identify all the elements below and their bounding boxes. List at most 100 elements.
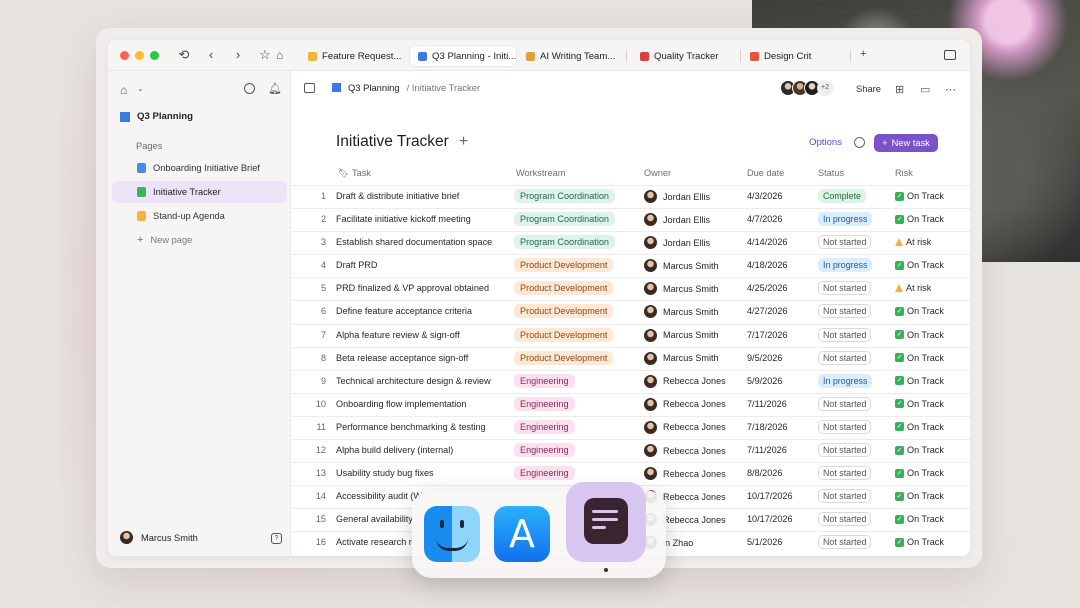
due-date-cell[interactable]: 7/18/2026 <box>747 422 787 432</box>
table-row[interactable]: 3 Establish shared documentation space Pro… <box>292 231 970 254</box>
due-date-cell[interactable]: 7/11/2026 <box>747 445 787 455</box>
status-badge[interactable]: Not started <box>818 419 872 434</box>
status-badge[interactable]: Not started <box>818 281 872 296</box>
owner-cell[interactable]: Marcus Smith <box>644 282 719 296</box>
task-cell[interactable]: Draft & distribute initiative brief <box>336 191 459 201</box>
new-page-button[interactable]: + New page <box>112 229 287 251</box>
workstream-tag[interactable]: Program Coordination <box>514 212 615 227</box>
user-profile[interactable]: Marcus Smith <box>120 531 198 544</box>
table-row[interactable]: 4 Draft PRD Product Development Marcus Smit… <box>292 254 970 277</box>
maximize-window-button[interactable] <box>150 50 159 60</box>
breadcrumb-root[interactable]: Q3 Planning <box>348 82 400 93</box>
task-cell[interactable]: Alpha feature review & sign-off <box>336 330 460 340</box>
due-date-cell[interactable]: 5/9/2026 <box>747 376 782 386</box>
table-row[interactable]: 10 Onboarding flow implementation Engineer… <box>292 392 970 416</box>
column-workstream[interactable]: Workstream <box>516 168 565 178</box>
risk-cell[interactable]: At risk <box>895 283 931 293</box>
sidebar-item-onboarding-brief[interactable]: Onboarding Initiative Brief <box>112 157 287 179</box>
risk-cell[interactable]: ✓ On Track <box>895 468 944 478</box>
new-task-button[interactable]: + New task <box>874 134 938 152</box>
workstream-tag[interactable]: Program Coordination <box>514 235 615 250</box>
owner-cell[interactable]: Jordan Ellis <box>644 236 710 250</box>
due-date-cell[interactable]: 4/18/2026 <box>747 260 787 270</box>
owner-cell[interactable]: Rebecca Jones <box>644 444 726 458</box>
risk-cell[interactable]: At risk <box>895 237 931 247</box>
workstream-tag[interactable]: Engineering <box>514 396 575 411</box>
close-window-button[interactable] <box>120 50 129 60</box>
workstream-tag[interactable]: Engineering <box>514 466 575 481</box>
due-date-cell[interactable]: 10/17/2026 <box>747 514 793 524</box>
risk-cell[interactable]: ✓ On Track <box>895 399 944 409</box>
status-badge[interactable]: In progress <box>818 373 873 388</box>
owner-cell[interactable]: Rebecca Jones <box>644 374 726 388</box>
owner-cell[interactable]: Marcus Smith <box>644 351 719 365</box>
workstream-tag[interactable]: Program Coordination <box>514 189 615 203</box>
risk-cell[interactable]: ✓ On Track <box>895 353 944 363</box>
table-search-icon[interactable] <box>854 137 865 148</box>
status-badge[interactable]: Not started <box>818 304 872 319</box>
home-icon[interactable]: ⌂ <box>120 83 127 97</box>
task-cell[interactable]: General availability <box>336 514 413 524</box>
risk-cell[interactable]: ✓ On Track <box>895 422 944 432</box>
chevron-down-icon[interactable]: ⌄ <box>137 84 144 93</box>
column-status[interactable]: Status <box>818 168 844 178</box>
workstream-tag[interactable]: Product Development <box>514 258 614 273</box>
finder-icon[interactable] <box>424 506 480 562</box>
due-date-cell[interactable]: 4/25/2026 <box>747 283 787 293</box>
sidebar-item-standup-agenda[interactable]: Stand-up Agenda <box>112 205 287 227</box>
app-store-icon[interactable]: A <box>494 506 550 562</box>
star-icon[interactable]: ☆ <box>258 48 272 62</box>
forward-icon[interactable]: › <box>231 48 245 62</box>
task-cell[interactable]: Facilitate initiative kickoff meeting <box>336 214 471 224</box>
search-icon[interactable] <box>244 83 255 94</box>
tab-feature-request[interactable]: Feature Request... <box>300 46 406 66</box>
owner-cell[interactable]: Rebecca Jones <box>644 397 726 411</box>
status-badge[interactable]: Not started <box>818 512 872 527</box>
table-row[interactable]: 1 Draft & distribute initiative brief Prog… <box>292 185 970 208</box>
column-due-date[interactable]: Due date <box>747 168 784 178</box>
status-badge[interactable]: Not started <box>818 443 872 458</box>
task-cell[interactable]: Technical architecture design & review <box>336 376 491 386</box>
status-badge[interactable]: In progress <box>818 212 873 227</box>
task-cell[interactable]: Activate research r <box>336 537 412 547</box>
sidebar-item-initiative-tracker[interactable]: Initiative Tracker <box>112 181 287 203</box>
status-badge[interactable]: Not started <box>818 466 872 481</box>
status-badge[interactable]: Not started <box>818 535 872 550</box>
home-tab-icon[interactable]: ⌂ <box>276 48 283 62</box>
apps-icon[interactable]: ⊞ <box>895 83 904 96</box>
risk-cell[interactable]: ✓ On Track <box>895 306 944 316</box>
risk-cell[interactable]: ✓ On Track <box>895 214 944 224</box>
task-cell[interactable]: Alpha build delivery (internal) <box>336 445 453 455</box>
bell-icon[interactable]: 🔔︎ <box>268 82 282 95</box>
status-badge[interactable]: Not started <box>818 235 872 250</box>
due-date-cell[interactable]: 8/8/2026 <box>747 468 782 478</box>
workstream-tag[interactable]: Engineering <box>514 419 575 434</box>
workstream-tag[interactable]: Product Development <box>514 281 614 296</box>
column-owner[interactable]: Owner <box>644 168 671 178</box>
tab-design-crit[interactable]: Design Crit <box>742 46 848 66</box>
options-button[interactable]: Options <box>809 137 842 148</box>
column-risk[interactable]: Risk <box>895 168 913 178</box>
due-date-cell[interactable]: 10/17/2026 <box>747 491 793 501</box>
status-badge[interactable]: Not started <box>818 396 872 411</box>
new-tab-button[interactable]: + <box>860 48 866 60</box>
due-date-cell[interactable]: 5/1/2026 <box>747 537 782 547</box>
workstream-tag[interactable]: Product Development <box>514 304 614 319</box>
table-row[interactable]: 2 Facilitate initiative kickoff meeting Pr… <box>292 208 970 231</box>
collaborator-avatars[interactable]: +2 <box>780 80 833 96</box>
due-date-cell[interactable]: 4/27/2026 <box>747 306 787 316</box>
table-row[interactable]: 7 Alpha feature review & sign-off Product … <box>292 323 970 347</box>
task-cell[interactable]: Beta release acceptance sign-off <box>336 353 468 363</box>
sidebar-toggle-icon[interactable] <box>304 82 315 93</box>
owner-cell[interactable]: Marcus Smith <box>644 259 719 273</box>
task-cell[interactable]: Onboarding flow implementation <box>336 399 466 409</box>
due-date-cell[interactable]: 7/17/2026 <box>747 330 787 340</box>
more-icon[interactable]: ⋯ <box>945 83 956 96</box>
status-badge[interactable]: Not started <box>818 350 872 365</box>
status-badge[interactable]: Not started <box>818 489 872 504</box>
task-cell[interactable]: Draft PRD <box>336 260 377 270</box>
workstream-tag[interactable]: Engineering <box>514 443 575 458</box>
owner-cell[interactable]: Jordan Ellis <box>644 213 710 227</box>
owner-cell[interactable]: Marcus Smith <box>644 328 719 342</box>
status-badge[interactable]: Complete <box>818 189 866 203</box>
